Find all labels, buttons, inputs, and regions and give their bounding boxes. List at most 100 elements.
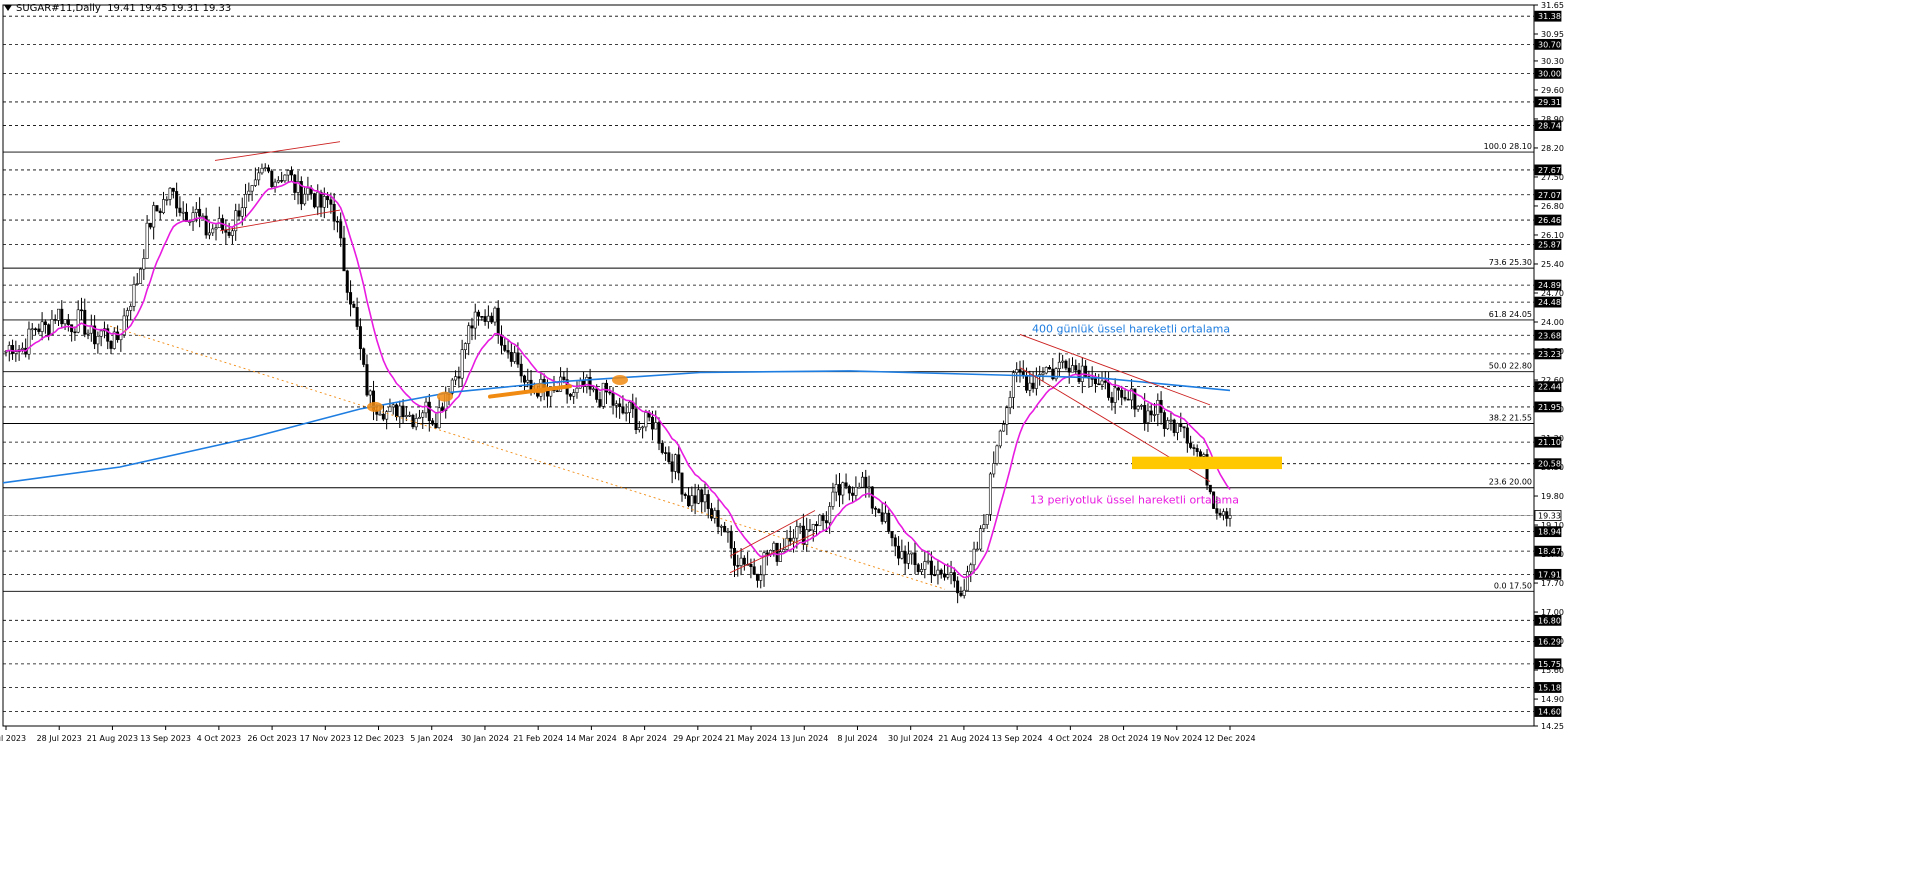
candle-body: [431, 420, 435, 425]
ema13-annotation: 13 periyotluk üssel hareketli ortalama: [1030, 493, 1239, 506]
candle-body: [158, 210, 162, 214]
candle-body: [1202, 454, 1206, 457]
candle-body: [874, 507, 878, 510]
candle-body: [467, 325, 471, 344]
candle-body: [700, 489, 704, 503]
candle-body: [20, 347, 24, 350]
candle-body: [198, 208, 202, 217]
candle-body: [900, 551, 904, 559]
candle-body: [985, 514, 989, 525]
chart-layer: 100.0 28.10 73.6 25.30 61.8 24.05 50.0 22.8…: [0, 1, 1564, 743]
candle-body: [903, 551, 907, 564]
candle-body: [509, 352, 513, 362]
candle-body: [782, 549, 786, 553]
candle-body: [844, 482, 848, 487]
candle-body: [286, 170, 290, 176]
candle-body: [139, 268, 143, 284]
candle-body: [417, 416, 421, 419]
candle-body: [1189, 442, 1193, 448]
candle-body: [434, 423, 438, 429]
candle-body: [165, 199, 169, 201]
candle-body: [326, 196, 330, 201]
y-tick-label: 14.25: [1541, 722, 1564, 731]
y-tick-label: 24.00: [1541, 318, 1564, 327]
candle-body: [808, 529, 812, 531]
candle-body: [1067, 367, 1071, 373]
candle-body: [962, 589, 966, 596]
candle-body: [975, 548, 979, 551]
candle-body: [480, 316, 484, 318]
candle-body: [696, 489, 700, 504]
price-marker-label: 28.74: [1538, 122, 1561, 131]
candle-body: [289, 170, 293, 176]
cross-marker: [367, 401, 383, 412]
candle-body: [1153, 414, 1157, 416]
candle-body: [404, 415, 408, 418]
candle-body: [175, 191, 179, 209]
candle-body: [660, 443, 664, 453]
candle-body: [1162, 412, 1166, 429]
candle-body: [605, 382, 609, 393]
candle-body: [555, 390, 559, 393]
candle-body: [883, 512, 887, 522]
x-tick-label: 13 Sep 2024: [992, 734, 1043, 743]
candle-body: [40, 321, 44, 332]
candle-body: [1110, 397, 1114, 403]
candle-body: [936, 569, 940, 576]
x-tick-label: 19 Nov 2024: [1151, 734, 1202, 743]
price-chart[interactable]: 100.0 28.10 73.6 25.30 61.8 24.05 50.0 22.8…: [0, 0, 1916, 888]
plot-frame: [2, 4, 1535, 727]
candle-body: [818, 514, 822, 527]
candle-body: [76, 309, 80, 333]
candle-body: [969, 564, 973, 573]
candle-body: [723, 525, 727, 533]
candle-body: [752, 566, 756, 575]
candle-body: [339, 221, 343, 239]
y-tick-label: 30.95: [1541, 30, 1564, 39]
candle-body: [1103, 380, 1107, 383]
candle-body: [795, 526, 799, 539]
candle-body: [1025, 375, 1029, 391]
candle-body: [1185, 427, 1189, 444]
candle-body: [1182, 426, 1186, 429]
dotted-trend-line: [109, 325, 946, 590]
fib-level-label: 100.0 28.10: [1484, 142, 1532, 151]
candle-body: [440, 407, 444, 411]
candle-body: [998, 430, 1002, 447]
candle-body: [522, 375, 526, 383]
candle-body: [1107, 382, 1111, 398]
candle-body: [526, 379, 530, 383]
candle-body: [194, 208, 198, 214]
price-marker-label: 14.60: [1538, 707, 1561, 716]
price-marker-label: 19.33: [1538, 512, 1561, 521]
x-tick-label: 4 Oct 2023: [197, 734, 241, 743]
candle-body: [408, 414, 412, 417]
candle-body: [654, 422, 658, 430]
candle-body: [1156, 399, 1160, 415]
candle-body: [358, 326, 362, 350]
candle-body: [1064, 360, 1068, 369]
candle-body: [322, 196, 326, 208]
x-tick-label: 21 Feb 2024: [513, 734, 563, 743]
candle-body: [421, 412, 425, 418]
price-marker-label: 21.95: [1538, 403, 1561, 412]
candle-body: [838, 484, 842, 496]
candle-body: [352, 303, 356, 308]
candle-body: [237, 210, 241, 217]
candle-body: [893, 537, 897, 547]
candle-body: [601, 382, 605, 407]
candle-body: [690, 495, 694, 507]
candle-body: [657, 422, 661, 444]
x-tick-label: 13 Sep 2023: [140, 734, 191, 743]
candle-body: [572, 392, 576, 397]
candle-body: [306, 187, 310, 195]
candle-body: [562, 376, 566, 380]
x-tick-label: 12 Dec 2024: [1204, 734, 1255, 743]
x-tick-label: 5 Jan 2024: [410, 734, 453, 743]
y-tick-label: 25.40: [1541, 260, 1564, 269]
candle-body: [312, 193, 316, 208]
candle-body: [1093, 378, 1097, 385]
price-marker-label: 27.07: [1538, 191, 1561, 200]
price-marker-label: 31.38: [1538, 12, 1561, 21]
candle-body: [506, 350, 510, 353]
